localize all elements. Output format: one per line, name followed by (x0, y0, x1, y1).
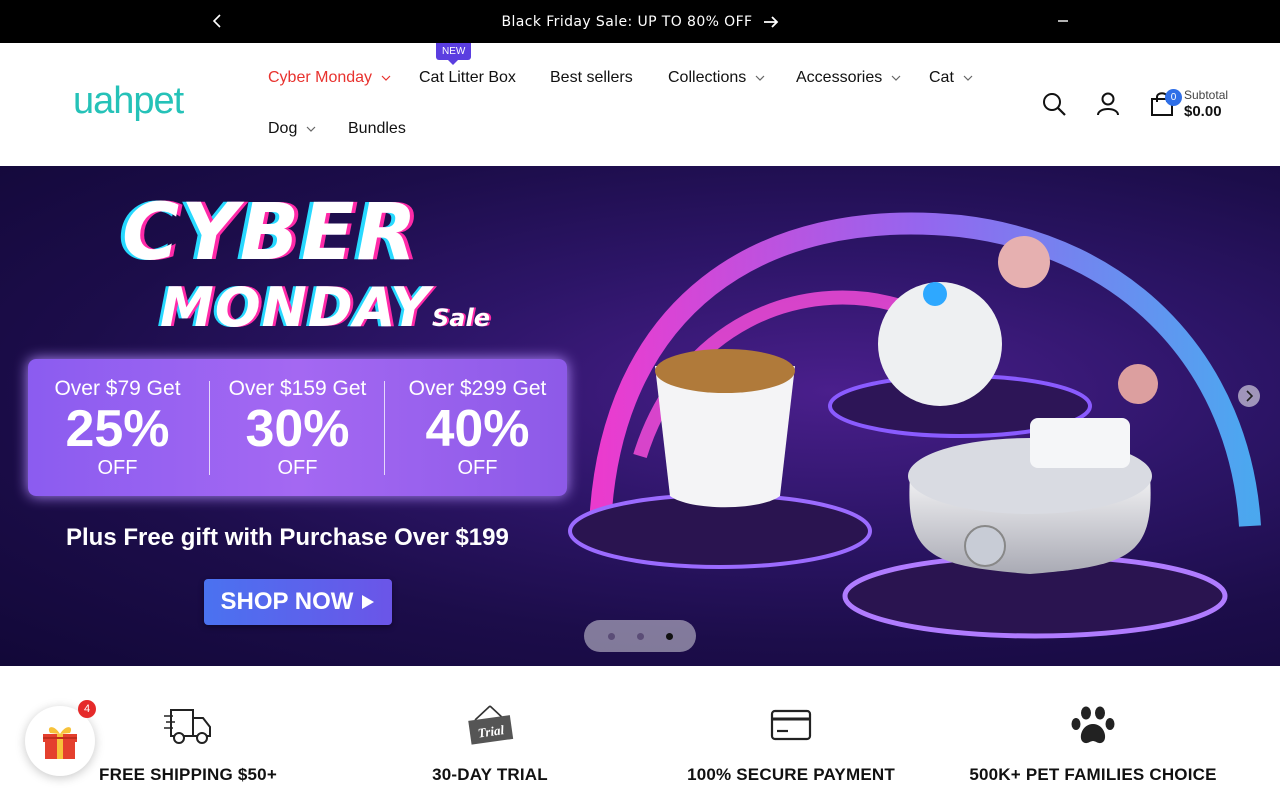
announcement-close-button[interactable] (1052, 10, 1074, 32)
hero-title-cyber: CYBER (122, 188, 419, 278)
deal-threshold: Over $159 Get (228, 377, 367, 400)
nav-item-label: Bundles (348, 120, 406, 137)
arrow-right-icon (763, 15, 778, 28)
nav-item-best-sellers[interactable]: Best sellers (550, 69, 633, 87)
chevron-down-icon (381, 75, 391, 81)
gift-box-icon (43, 727, 77, 759)
nav-item-label: Cyber Monday (268, 69, 373, 86)
deal-off: OFF (457, 457, 498, 479)
deal-tier: Over $159 Get 30% OFF (208, 359, 387, 496)
announcement-text: Black Friday Sale: UP TO 80% OFF (501, 13, 753, 30)
feature-label: 500K+ PET FAMILIES CHOICE (969, 765, 1217, 784)
nav-item-label: Best sellers (550, 69, 633, 86)
nav-item-cat[interactable]: Cat (929, 69, 974, 87)
gift-count-badge: 4 (78, 700, 96, 718)
nav-item-dog[interactable]: Dog (268, 120, 317, 138)
deal-tier: Over $79 Get 25% OFF (28, 359, 207, 496)
minus-icon (1058, 20, 1068, 22)
nav-item-label: Cat (929, 69, 954, 86)
paw-icon (1071, 706, 1115, 744)
slide-pagination (584, 620, 696, 652)
truck-icon (164, 709, 211, 744)
hero-next-button[interactable] (1238, 385, 1260, 407)
feature-label: 30-DAY TRIAL (432, 765, 548, 784)
features-strip: FREE SHIPPING $50+ Trial 30-DAY TRIAL 10… (0, 666, 1280, 800)
trial-sign-icon: Trial (468, 705, 514, 745)
announcement-link[interactable]: Black Friday Sale: UP TO 80% OFF (0, 0, 1280, 43)
site-header: uahpet NEW Cyber Monday Cat Litter Box B… (0, 43, 1280, 166)
nav-item-label: Cat Litter Box (419, 69, 516, 86)
deal-threshold: Over $299 Get (408, 377, 547, 400)
nav-item-cyber-monday[interactable]: Cyber Monday (268, 69, 392, 87)
chevron-right-icon (1246, 390, 1253, 402)
shop-now-label: SHOP NOW (220, 588, 354, 615)
deal-off: OFF (97, 457, 138, 479)
chevron-down-icon (963, 75, 973, 81)
account-icon[interactable] (1095, 91, 1121, 117)
deal-threshold: Over $79 Get (54, 377, 181, 400)
shop-now-button[interactable]: SHOP NOW (204, 579, 392, 625)
chevron-down-icon (755, 75, 765, 81)
nav-new-badge: NEW (436, 43, 472, 65)
hero-gift-text: Plus Free gift with Purchase Over $199 (66, 524, 509, 551)
credit-card-icon (770, 709, 812, 741)
nav-item-label: Accessories (796, 69, 883, 86)
nav-item-accessories[interactable]: Accessories (796, 69, 902, 87)
nav-item-label: Collections (668, 69, 747, 86)
deal-divider (384, 381, 385, 475)
slide-dot-1[interactable] (607, 632, 615, 640)
hero-banner[interactable]: CYBER MONDAY Sale Over $79 Get 25% OFF O… (0, 166, 1280, 666)
deal-off: OFF (277, 457, 318, 479)
feature-label: FREE SHIPPING $50+ (99, 765, 277, 784)
nav-item-label: Dog (268, 120, 298, 137)
deal-percent: 30% (245, 400, 350, 458)
nav-item-bundles[interactable]: Bundles (348, 120, 406, 138)
deal-percent: 40% (425, 400, 530, 458)
chevron-down-icon (891, 75, 901, 81)
chevron-down-icon (306, 126, 316, 132)
cart-subtotal-value[interactable]: $0.00 (1184, 103, 1222, 120)
uahpet-logo[interactable]: uahpet (73, 81, 208, 125)
nav-item-collections[interactable]: Collections (668, 69, 766, 87)
hero-title-monday: MONDAY (160, 276, 431, 339)
feature-label: 100% SECURE PAYMENT (687, 765, 895, 784)
slide-dot-3[interactable] (665, 632, 673, 640)
nav-item-cat-litter-box[interactable]: Cat Litter Box (419, 69, 516, 87)
hero-title-sale: Sale (432, 304, 490, 332)
slide-dot-2[interactable] (636, 632, 644, 640)
deal-tier: Over $299 Get 40% OFF (388, 359, 567, 496)
cart-count-badge: 0 (1165, 89, 1182, 106)
svg-text:uahpet: uahpet (73, 81, 185, 122)
deal-tiers: Over $79 Get 25% OFF Over $159 Get 30% O… (28, 359, 567, 496)
deal-percent: 25% (65, 400, 170, 458)
search-icon[interactable] (1041, 91, 1067, 117)
cart-subtotal-label: Subtotal (1184, 88, 1229, 102)
announcement-bar: Black Friday Sale: UP TO 80% OFF (0, 0, 1280, 43)
play-triangle-icon (362, 595, 375, 609)
